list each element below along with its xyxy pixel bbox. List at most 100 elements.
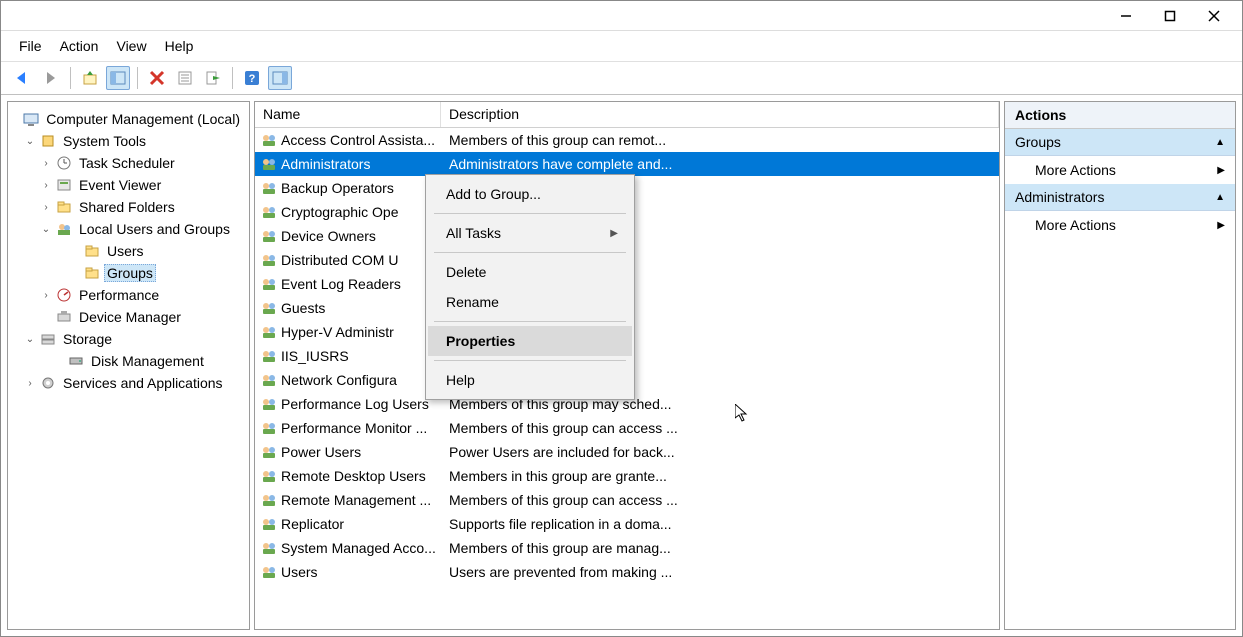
storage-icon [40, 331, 56, 347]
tree-users[interactable]: Users [10, 240, 247, 262]
list-row[interactable]: Performance Monitor ...Members of this g… [255, 416, 999, 440]
list-cell-name: Power Users [279, 444, 441, 460]
show-hide-actions-button[interactable] [268, 66, 292, 90]
up-button[interactable] [78, 66, 102, 90]
tree-local-users-groups[interactable]: ⌄ Local Users and Groups [10, 218, 247, 240]
tree-shared-folders[interactable]: › Shared Folders [10, 196, 247, 218]
maximize-button[interactable] [1148, 4, 1192, 28]
tree[interactable]: Computer Management (Local) ⌄ System Too… [8, 102, 249, 400]
list-row[interactable]: UsersUsers are prevented from making ... [255, 560, 999, 584]
export-button[interactable] [201, 66, 225, 90]
context-rename[interactable]: Rename [428, 287, 632, 317]
list-row[interactable]: Power UsersPower Users are included for … [255, 440, 999, 464]
tree-performance[interactable]: › Performance [10, 284, 247, 306]
list-cell-description: Members of this group are manag... [441, 540, 999, 556]
help-button[interactable]: ? [240, 66, 264, 90]
group-icon [255, 372, 279, 388]
list-cell-name: Access Control Assista... [279, 132, 441, 148]
tree-event-viewer[interactable]: › Event Viewer [10, 174, 247, 196]
list-cell-name: Administrators [279, 156, 441, 172]
menu-action[interactable]: Action [60, 38, 99, 54]
tree-disk-management[interactable]: Disk Management [10, 350, 247, 372]
group-icon [255, 324, 279, 340]
menu-help[interactable]: Help [165, 38, 194, 54]
list-row[interactable]: Remote Desktop UsersMembers in this grou… [255, 464, 999, 488]
group-icon [255, 420, 279, 436]
submenu-arrow-icon: ▶ [610, 228, 618, 239]
actions-item-label: More Actions [1035, 162, 1116, 178]
list-cell-description: Members of this group can access ... [441, 420, 999, 436]
group-icon [255, 540, 279, 556]
tree-label: Disk Management [88, 352, 207, 370]
context-add-to-group[interactable]: Add to Group... [428, 179, 632, 209]
properties-button[interactable] [173, 66, 197, 90]
minimize-button[interactable] [1104, 4, 1148, 28]
actions-section-label: Groups [1015, 134, 1061, 150]
group-icon [255, 492, 279, 508]
list-cell-description: Members in this group are grante... [441, 468, 999, 484]
tree-services-apps[interactable]: › Services and Applications [10, 372, 247, 394]
tree-system-tools[interactable]: ⌄ System Tools [10, 130, 247, 152]
group-icon [255, 276, 279, 292]
toolbar-separator [137, 67, 138, 89]
list-cell-name: Remote Management ... [279, 492, 441, 508]
collapse-icon[interactable]: ⌄ [24, 136, 36, 147]
show-hide-tree-button[interactable] [106, 66, 130, 90]
list-row[interactable]: Access Control Assista...Members of this… [255, 128, 999, 152]
list-panel: Name Description Access Control Assista.… [254, 101, 1000, 630]
delete-button[interactable] [145, 66, 169, 90]
collapse-icon: ▲ [1215, 192, 1225, 203]
collapse-icon: ▲ [1215, 137, 1225, 148]
menu-view[interactable]: View [116, 38, 146, 54]
column-header-name[interactable]: Name [255, 102, 441, 127]
tree-groups[interactable]: Groups [10, 262, 247, 284]
actions-title: Actions [1005, 102, 1235, 129]
menubar: File Action View Help [1, 31, 1242, 61]
toolbar: ? [1, 61, 1242, 95]
actions-more-administrators[interactable]: More Actions ▶ [1005, 211, 1235, 239]
collapse-icon[interactable]: ⌄ [24, 334, 36, 345]
list-cell-name: Remote Desktop Users [279, 468, 441, 484]
actions-section-administrators[interactable]: Administrators ▲ [1005, 184, 1235, 211]
back-button[interactable] [11, 66, 35, 90]
expand-icon[interactable]: › [40, 158, 52, 169]
expand-icon[interactable]: › [40, 202, 52, 213]
expand-icon[interactable]: › [24, 378, 36, 389]
menu-file[interactable]: File [19, 38, 42, 54]
tree-storage[interactable]: ⌄ Storage [10, 328, 247, 350]
submenu-arrow-icon: ▶ [1217, 220, 1225, 231]
folder-icon [84, 243, 100, 259]
expand-icon[interactable]: › [40, 180, 52, 191]
group-icon [255, 180, 279, 196]
list-row[interactable]: ReplicatorSupports file replication in a… [255, 512, 999, 536]
list-cell-name: Performance Monitor ... [279, 420, 441, 436]
expand-icon[interactable]: › [40, 290, 52, 301]
list-cell-name: Network Configura [279, 372, 441, 388]
list-row[interactable]: System Managed Acco...Members of this gr… [255, 536, 999, 560]
context-separator [434, 213, 626, 214]
actions-more-groups[interactable]: More Actions ▶ [1005, 156, 1235, 184]
collapse-icon[interactable]: ⌄ [40, 224, 52, 235]
toolbar-separator [70, 67, 71, 89]
column-header-description[interactable]: Description [441, 102, 999, 127]
group-icon [255, 468, 279, 484]
close-button[interactable] [1192, 4, 1236, 28]
list-cell-name: Users [279, 564, 441, 580]
tree-label: Event Viewer [76, 176, 164, 194]
list-cell-name: Event Log Readers [279, 276, 441, 292]
list-cell-name: Hyper-V Administr [279, 324, 441, 340]
actions-section-groups[interactable]: Groups ▲ [1005, 129, 1235, 156]
context-help[interactable]: Help [428, 365, 632, 395]
tree-task-scheduler[interactable]: › Task Scheduler [10, 152, 247, 174]
tree-device-manager[interactable]: Device Manager [10, 306, 247, 328]
context-delete[interactable]: Delete [428, 257, 632, 287]
group-icon [255, 564, 279, 580]
submenu-arrow-icon: ▶ [1217, 165, 1225, 176]
forward-button[interactable] [39, 66, 63, 90]
tree-root[interactable]: Computer Management (Local) [10, 108, 247, 130]
list-cell-name: Distributed COM U [279, 252, 441, 268]
list-row[interactable]: Remote Management ...Members of this gro… [255, 488, 999, 512]
context-properties[interactable]: Properties [428, 326, 632, 356]
list-row[interactable]: AdministratorsAdministrators have comple… [255, 152, 999, 176]
context-all-tasks[interactable]: All Tasks▶ [428, 218, 632, 248]
